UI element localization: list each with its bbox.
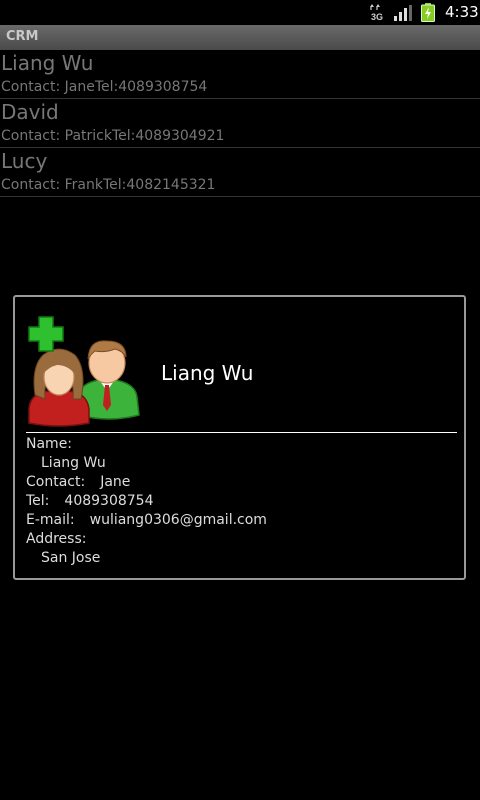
- address-value: San Jose: [41, 550, 101, 566]
- name-label-row: Name:: [26, 435, 267, 454]
- customer-details: Name: Liang Wu Contact: Jane Tel: 40893087…: [26, 435, 267, 568]
- dialog-title: Liang Wu: [161, 361, 254, 385]
- list-item-lucy[interactable]: Lucy Contact: FrankTel:4082145321: [0, 148, 480, 197]
- email-row: E-mail: wuliang0306@gmail.com: [26, 511, 267, 530]
- customer-contact-tel: Contact: JaneTel:4089308754: [1, 79, 208, 95]
- name-value-row: Liang Wu: [26, 454, 267, 473]
- address-label: Address:: [26, 531, 87, 547]
- clock: 4:33: [445, 3, 479, 21]
- customer-name: Liang Wu: [1, 51, 94, 75]
- customer-contact-tel: Contact: FrankTel:4082145321: [1, 177, 216, 193]
- contact-value: Jane: [100, 474, 131, 490]
- signal-strength-icon: [394, 5, 412, 21]
- customer-list: Liang Wu Contact: JaneTel:4089308754 Dav…: [0, 50, 480, 197]
- battery-charging-icon: [421, 3, 435, 22]
- tel-value: 4089308754: [64, 493, 154, 509]
- customer-contact-tel: Contact: PatrickTel:4089304921: [1, 128, 225, 144]
- tel-row: Tel: 4089308754: [26, 492, 267, 511]
- customer-detail-dialog: Liang Wu Name: Liang Wu Contact: Jane Tel…: [13, 295, 466, 580]
- name-value: Liang Wu: [41, 455, 106, 471]
- network-3g-icon: 3G: [370, 4, 383, 22]
- app-title-bar: CRM: [0, 25, 480, 50]
- email-value: wuliang0306@gmail.com: [89, 512, 267, 528]
- status-bar: 3G 4:33: [0, 0, 480, 25]
- contact-row: Contact: Jane: [26, 473, 267, 492]
- email-label: E-mail:: [26, 512, 75, 528]
- list-item-david[interactable]: David Contact: PatrickTel:4089304921: [0, 99, 480, 148]
- customer-name: Lucy: [1, 149, 48, 173]
- list-item-liang-wu[interactable]: Liang Wu Contact: JaneTel:4089308754: [0, 50, 480, 99]
- tel-label: Tel:: [26, 493, 50, 509]
- address-value-row: San Jose: [26, 549, 267, 568]
- add-contacts-icon: [28, 316, 140, 427]
- contact-label: Contact:: [26, 474, 86, 490]
- address-label-row: Address:: [26, 530, 267, 549]
- app-title: CRM: [6, 29, 39, 44]
- name-label: Name:: [26, 436, 73, 452]
- customer-name: David: [1, 100, 59, 124]
- svg-text:3G: 3G: [371, 12, 383, 22]
- divider: [26, 432, 457, 433]
